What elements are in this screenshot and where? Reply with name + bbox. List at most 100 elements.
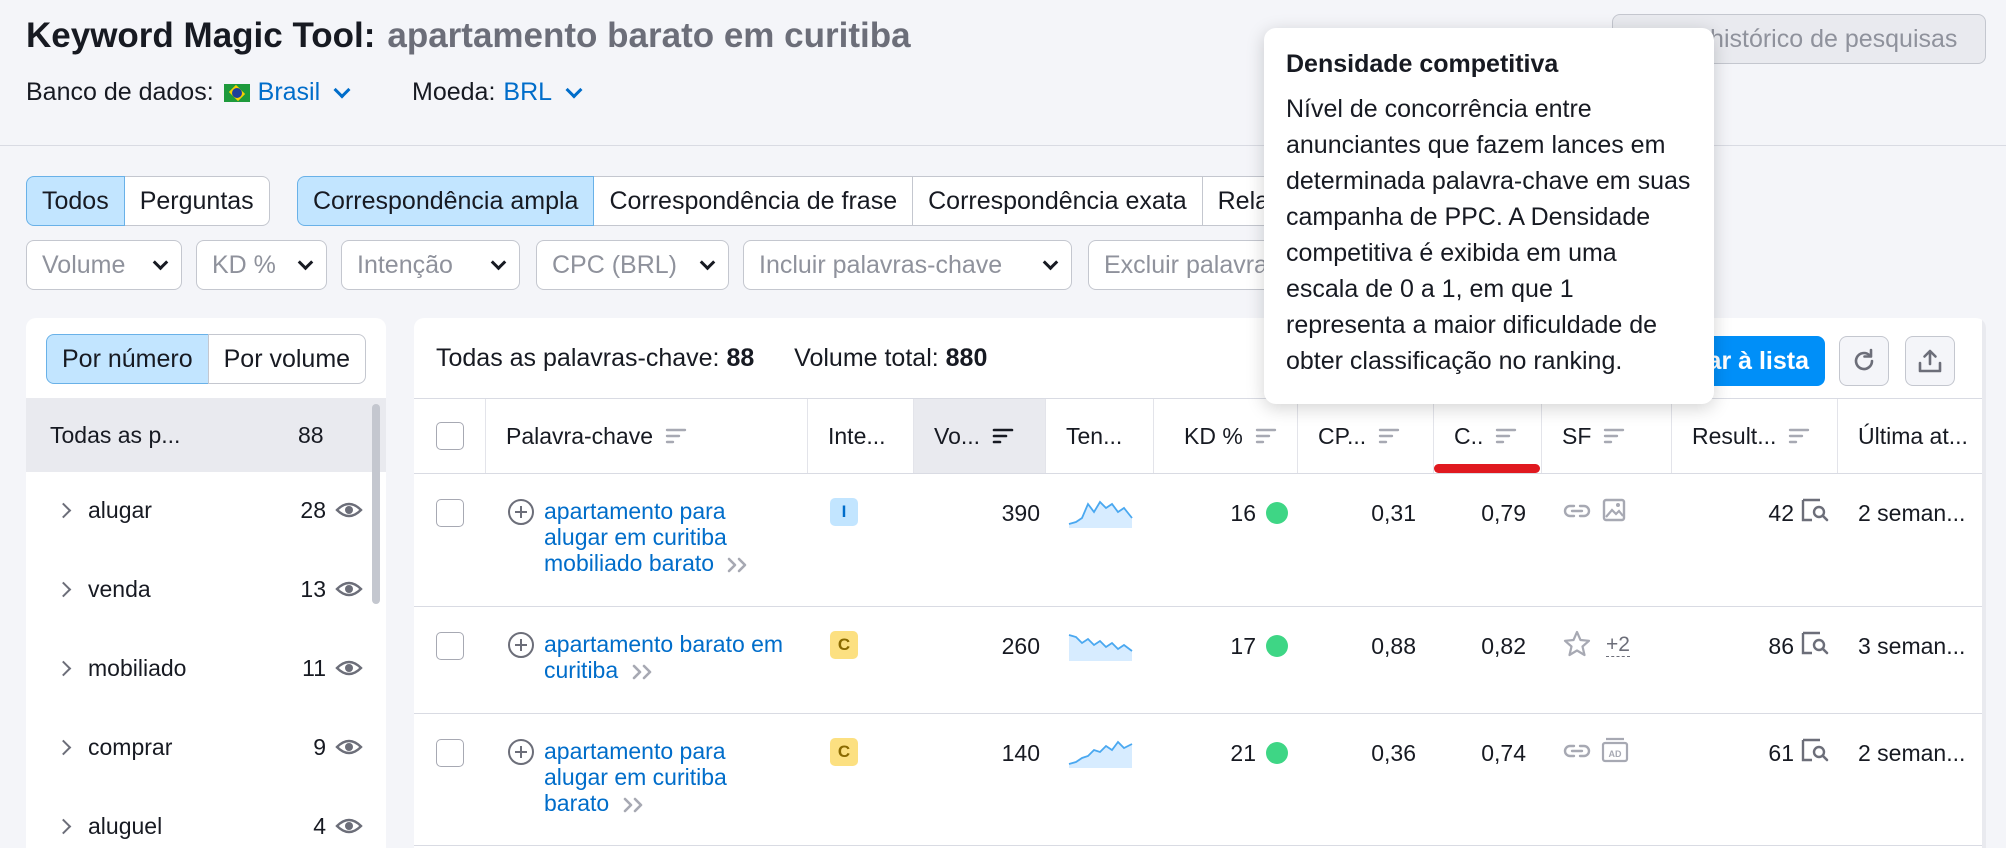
column-kd[interactable]: KD % (1154, 399, 1298, 473)
intent-badge[interactable]: I (830, 498, 858, 526)
group-name: comprar (88, 733, 173, 760)
cpc-value: 0,88 (1371, 633, 1416, 659)
chevron-right-icon[interactable] (55, 502, 72, 518)
group-all-keywords[interactable]: Todas as p... 88 (26, 398, 386, 472)
export-button[interactable] (1905, 336, 1955, 386)
currency-selector[interactable]: Moeda: BRL (412, 78, 583, 107)
refresh-button[interactable] (1839, 336, 1889, 386)
table-row: apartamento para alugar em curitiba mobi… (414, 474, 1986, 607)
eye-icon[interactable] (335, 500, 363, 520)
tab-by-volume[interactable]: Por volume (207, 334, 367, 384)
database-value: Brasil (257, 78, 321, 106)
double-chevron-icon[interactable] (726, 556, 750, 574)
ad-icon[interactable]: AD (1600, 735, 1630, 765)
eye-icon[interactable] (335, 816, 363, 836)
currency-label: Moeda: (412, 78, 496, 106)
double-chevron-icon[interactable] (631, 663, 655, 681)
group-name: mobiliado (88, 654, 187, 681)
table-scrollbar[interactable] (1982, 318, 1986, 848)
last-update-value: 2 seman... (1858, 740, 1966, 766)
chevron-right-icon[interactable] (55, 818, 72, 834)
chevron-down-icon (333, 81, 351, 98)
column-results[interactable]: Result... (1672, 399, 1838, 473)
serp-features-more[interactable]: +2 (1606, 634, 1630, 657)
group-count: 9 (313, 733, 326, 760)
eye-icon[interactable] (335, 737, 363, 757)
groups-scrollbar[interactable] (372, 404, 380, 604)
row-checkbox[interactable] (436, 632, 464, 660)
cpc-value: 0,31 (1371, 500, 1416, 526)
volume-filter-label: Volume (42, 250, 126, 279)
results-value: 86 (1768, 633, 1794, 659)
competitive-density-value: 0,74 (1481, 740, 1526, 766)
link-icon[interactable] (1562, 500, 1592, 522)
group-item[interactable]: aluguel 4 (26, 796, 376, 848)
sparkline-icon[interactable] (1068, 734, 1134, 768)
database-selector[interactable]: Banco de dados: Brasil (26, 78, 351, 107)
group-item[interactable]: comprar 9 (26, 717, 376, 777)
chevron-right-icon[interactable] (55, 739, 72, 755)
column-last-update[interactable]: Última at... (1838, 399, 1986, 473)
column-volume[interactable]: Vo... (914, 399, 1046, 473)
intent-badge[interactable]: C (830, 738, 858, 766)
keyword-link[interactable]: apartamento para alugar em curitiba bara… (544, 738, 794, 816)
volume-filter[interactable]: Volume (26, 240, 182, 290)
volume-value: 140 (1001, 740, 1040, 766)
keywords-summary: Todas as palavras-chave: 88 Volume total… (436, 344, 987, 373)
intent-filter[interactable]: Intenção (341, 240, 520, 290)
tab-exact-match[interactable]: Correspondência exata (912, 176, 1203, 226)
keyword-groups-panel: Por número Por volume Todas as p... 88 a… (26, 318, 386, 848)
star-icon[interactable] (1562, 629, 1592, 659)
add-keyword-icon[interactable] (508, 632, 534, 658)
kd-filter[interactable]: KD % (196, 240, 327, 290)
eye-icon[interactable] (335, 579, 363, 599)
keyword-link[interactable]: apartamento para alugar em curitiba mobi… (544, 498, 794, 576)
column-label: Ten... (1066, 422, 1123, 449)
cpc-filter[interactable]: CPC (BRL) (536, 240, 729, 290)
tab-phrase-match[interactable]: Correspondência de frase (593, 176, 914, 226)
tab-all[interactable]: Todos (26, 176, 125, 226)
serp-icon[interactable] (1800, 496, 1830, 524)
add-keyword-icon[interactable] (508, 499, 534, 525)
eye-icon[interactable] (335, 658, 363, 678)
column-trend[interactable]: Ten... (1046, 399, 1154, 473)
chevron-right-icon[interactable] (55, 581, 72, 597)
sparkline-icon[interactable] (1068, 494, 1134, 528)
group-item[interactable]: alugar 28 (26, 480, 376, 540)
column-competitive-density[interactable]: C.. (1434, 399, 1542, 473)
serp-icon[interactable] (1800, 629, 1830, 657)
sparkline-icon[interactable] (1068, 627, 1134, 661)
group-name: alugar (88, 496, 152, 523)
column-serp-features[interactable]: SF (1542, 399, 1672, 473)
search-query: apartamento barato em curitiba (387, 16, 911, 55)
intent-badge[interactable]: C (830, 631, 858, 659)
add-keyword-icon[interactable] (508, 739, 534, 765)
export-icon (1918, 349, 1942, 373)
match-type-tabs: Correspondência ampla Correspondência de… (297, 176, 1386, 226)
keywords-table-panel: Todas as palavras-chave: 88 Volume total… (414, 318, 1986, 848)
select-all-checkbox[interactable] (435, 422, 464, 450)
group-item[interactable]: venda 13 (26, 559, 376, 619)
sort-icon (1378, 428, 1400, 444)
link-icon[interactable] (1562, 740, 1592, 762)
column-keyword[interactable]: Palavra-chave (486, 399, 808, 473)
image-icon[interactable] (1600, 496, 1628, 524)
row-checkbox[interactable] (436, 739, 464, 767)
column-intent[interactable]: Inte... (808, 399, 914, 473)
include-keywords-filter[interactable]: Incluir palavras-chave (743, 240, 1072, 290)
all-keywords-count: 88 (726, 344, 755, 372)
intent-filter-label: Intenção (357, 250, 453, 279)
serp-icon[interactable] (1800, 736, 1830, 764)
refresh-icon (1854, 348, 1874, 371)
results-value: 42 (1768, 500, 1794, 526)
question-filter-tabs: Todos Perguntas (26, 176, 270, 226)
column-cpc[interactable]: CP... (1298, 399, 1434, 473)
group-item[interactable]: mobiliado 11 (26, 638, 376, 698)
tab-by-number[interactable]: Por número (46, 334, 209, 384)
double-chevron-icon[interactable] (622, 796, 646, 814)
keyword-link[interactable]: apartamento barato em curitiba (544, 631, 794, 683)
tab-broad-match[interactable]: Correspondência ampla (297, 176, 595, 226)
tab-questions[interactable]: Perguntas (123, 176, 270, 226)
row-checkbox[interactable] (436, 499, 464, 527)
chevron-right-icon[interactable] (55, 660, 72, 676)
